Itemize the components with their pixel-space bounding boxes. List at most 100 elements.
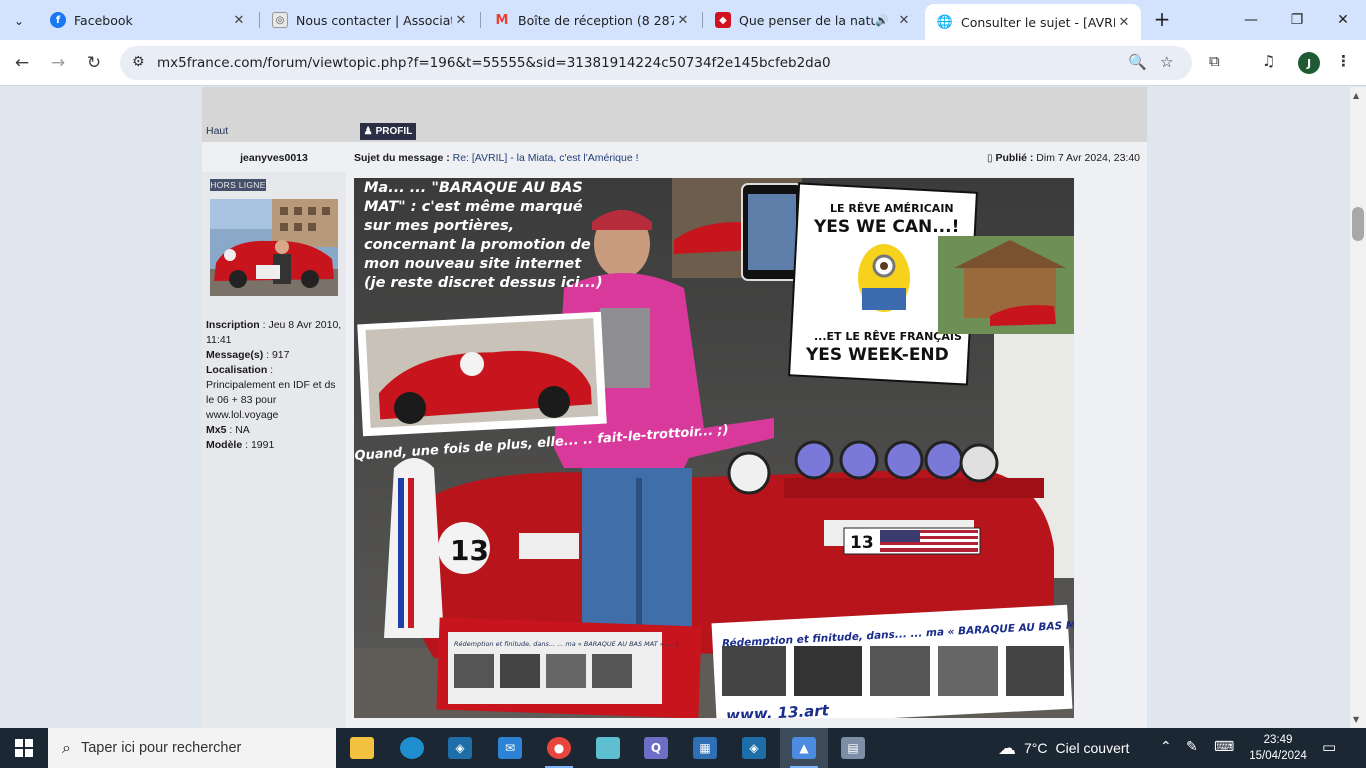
status-badge: HORS LIGNE <box>210 179 266 191</box>
tab-association[interactable]: ◎ Nous contacter | Association ✕ <box>260 6 478 34</box>
post-subject: Sujet du message : Re: [AVRIL] - la Miat… <box>354 152 639 164</box>
folder-icon <box>350 737 374 759</box>
profile-localisation: Localisation : Principalement en IDF et … <box>206 364 336 421</box>
taskbar-app-teal[interactable] <box>584 728 632 768</box>
svg-text:LE RÊVE AMÉRICAIN: LE RÊVE AMÉRICAIN <box>830 202 954 215</box>
tab-title: Consulter le sujet - [AVRIL] - <box>961 14 1115 30</box>
back-to-top-link[interactable]: Haut <box>206 125 228 137</box>
app-icon: Q <box>644 737 668 759</box>
association-icon: ◎ <box>272 12 288 28</box>
taskbar-store[interactable]: ▦ <box>681 728 729 768</box>
taskbar-edge[interactable] <box>388 728 436 768</box>
tab-search-button[interactable]: ⌄ <box>6 8 32 34</box>
inset-card-redemption-right: Rédemption et finitude, dans... ... ma «… <box>711 604 1074 718</box>
menu-kebab-icon[interactable]: ⋮ <box>1336 52 1351 70</box>
profile-avatar[interactable]: J <box>1298 52 1320 74</box>
windows-logo-icon <box>15 739 33 757</box>
arrow-right-icon: → <box>50 53 66 73</box>
restore-button[interactable]: ❐ <box>1274 0 1320 40</box>
close-icon[interactable]: ✕ <box>895 13 913 28</box>
posted-date-value: Dim 7 Avr 2024, 23:40 <box>1036 152 1140 164</box>
forum-container: Haut ♟ PROFIL jeanyves0013 Sujet du mess… <box>202 87 1147 728</box>
posted-label: Publié : <box>995 152 1034 164</box>
keyboard-icon[interactable]: ⌨ <box>1214 739 1234 755</box>
tab-forum-active[interactable]: 🌐 Consulter le sujet - [AVRIL] - ✕ <box>925 4 1141 40</box>
tab-title: Boîte de réception (8 287) - J <box>518 12 674 28</box>
subject-link[interactable]: Re: [AVRIL] - la Miata, c'est l'Amérique… <box>453 152 639 164</box>
post-author[interactable]: jeanyves0013 <box>202 152 346 164</box>
forward-button[interactable]: → <box>45 50 71 76</box>
scrollbar-thumb[interactable] <box>1352 207 1364 241</box>
tab-facebook[interactable]: f Facebook ✕ <box>38 6 256 34</box>
svg-text:YES WEEK-END: YES WEEK-END <box>805 345 949 365</box>
cloud-sun-icon: ☁ <box>998 737 1016 758</box>
weather-widget[interactable]: ☁ 7°C Ciel couvert <box>998 728 1129 768</box>
app-icon: ◈ <box>742 737 766 759</box>
minimize-button[interactable]: — <box>1228 0 1274 40</box>
taskbar-app-blue-2[interactable]: ◈ <box>730 728 778 768</box>
address-bar[interactable]: ⚙ mx5france.com/forum/viewtopic.php?f=19… <box>120 46 1192 80</box>
previous-post-footer: Haut ♟ PROFIL <box>202 87 1147 142</box>
start-button[interactable] <box>0 728 48 768</box>
store-icon: ▦ <box>693 737 717 759</box>
tab-title: Facebook <box>74 12 133 28</box>
tab-quechoisir[interactable]: ◆ Que penser de la naturo 🔊 ✕ <box>703 6 921 34</box>
taskbar-mail[interactable]: ✉ <box>486 728 534 768</box>
back-button[interactable]: ← <box>9 50 35 76</box>
windows-taskbar: ⌕ Taper ici pour rechercher ◈ ✉ ● Q ▦ ◈ … <box>0 728 1366 768</box>
page-scrollbar[interactable]: ▲ ▼ <box>1350 87 1366 728</box>
taskbar-clock[interactable]: 23:49 15/04/2024 <box>1242 732 1314 764</box>
taskbar-file-explorer[interactable] <box>338 728 386 768</box>
profile-mx5: Mx5 : NA <box>206 424 250 436</box>
photos-icon: ▲ <box>792 737 816 759</box>
notifications-icon[interactable]: ▭ <box>1322 738 1336 756</box>
extensions-icon[interactable]: ⧉ <box>1209 52 1220 70</box>
bookmark-star-icon[interactable]: ☆ <box>1160 53 1173 71</box>
inset-photo-car-parking <box>357 311 607 437</box>
profile-messages: Message(s) : 917 <box>206 349 290 361</box>
taskbar-chrome[interactable]: ● <box>535 728 583 768</box>
arrow-left-icon: ← <box>14 53 30 73</box>
profile-modele: Modèle : 1991 <box>206 439 275 451</box>
scroll-up-arrow-icon[interactable]: ▲ <box>1353 91 1359 100</box>
browser-toolbar: ← → ↻ ⚙ mx5france.com/forum/viewtopic.ph… <box>0 40 1366 86</box>
clock-date: 15/04/2024 <box>1249 750 1307 762</box>
tab-gmail[interactable]: M Boîte de réception (8 287) - J ✕ <box>482 6 700 34</box>
speaker-icon[interactable]: 🔊 <box>875 14 889 27</box>
edge-icon <box>400 737 424 759</box>
document-icon: ▤ <box>841 737 865 759</box>
user-icon: ♟ <box>363 126 373 137</box>
taskbar-photos[interactable]: ▲ <box>780 728 828 768</box>
avatar <box>210 199 338 296</box>
chevron-up-icon[interactable]: ⌃ <box>1160 739 1172 755</box>
close-icon[interactable]: ✕ <box>674 13 692 28</box>
url-text[interactable]: mx5france.com/forum/viewtopic.php?f=196&… <box>157 55 831 71</box>
subject-label: Sujet du message : <box>354 152 450 164</box>
close-window-button[interactable]: ✕ <box>1320 0 1366 40</box>
taskbar-app-blue[interactable]: ◈ <box>436 728 484 768</box>
svg-text:YES WE CAN...!: YES WE CAN...! <box>813 217 959 237</box>
mail-icon: ✉ <box>498 737 522 759</box>
reload-button[interactable]: ↻ <box>81 50 107 76</box>
search-icon: ⌕ <box>62 738 71 757</box>
media-control-icon[interactable]: ♫ <box>1262 52 1275 70</box>
weather-temp: 7°C <box>1024 740 1048 756</box>
svg-text:13: 13 <box>450 534 489 567</box>
taskbar-search[interactable]: ⌕ Taper ici pour rechercher <box>48 728 336 768</box>
taskbar-app-doc[interactable]: ▤ <box>829 728 877 768</box>
zoom-icon[interactable]: 🔍 <box>1128 53 1147 71</box>
post-image[interactable]: 13 13 Ma... ... "BARAQUE AU BAS MAT": c… <box>354 178 1074 718</box>
close-icon[interactable]: ✕ <box>452 13 470 28</box>
close-icon[interactable]: ✕ <box>1115 15 1133 30</box>
scroll-down-arrow-icon[interactable]: ▼ <box>1353 715 1359 724</box>
chrome-icon: ● <box>547 737 571 759</box>
post-date: ▯ Publié : Dim 7 Avr 2024, 23:40 <box>987 152 1140 164</box>
site-settings-icon[interactable]: ⚙ <box>132 54 145 70</box>
close-icon[interactable]: ✕ <box>230 13 248 28</box>
facebook-icon: f <box>50 12 66 28</box>
profile-button[interactable]: ♟ PROFIL <box>360 123 416 140</box>
gmail-icon: M <box>495 12 509 28</box>
taskbar-app-purple[interactable]: Q <box>632 728 680 768</box>
pen-icon[interactable]: ✎ <box>1186 739 1198 755</box>
new-tab-button[interactable]: + <box>1150 8 1174 32</box>
